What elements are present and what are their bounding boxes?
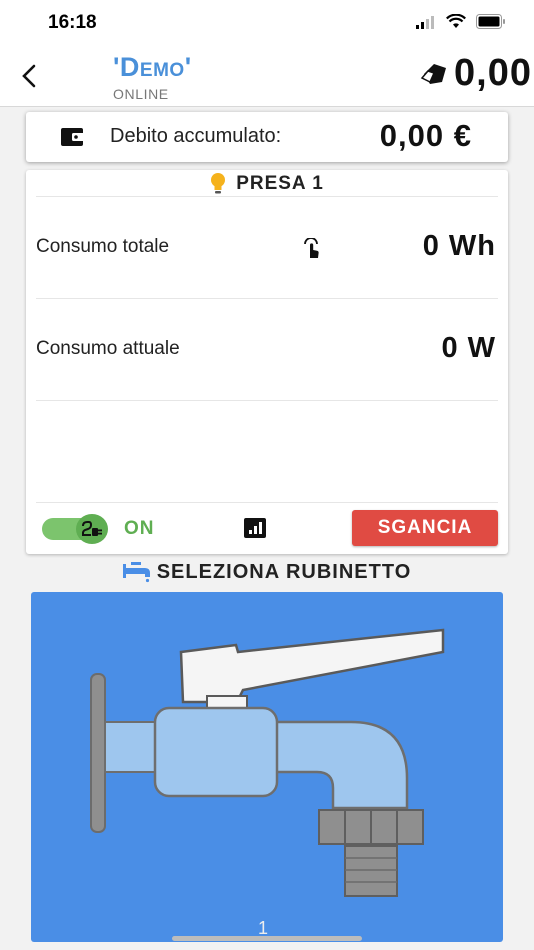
- current-consumption-value: 0 W: [441, 332, 496, 364]
- back-chevron-icon[interactable]: [16, 62, 44, 90]
- faucet-selector-panel[interactable]: [31, 592, 503, 942]
- debit-card: Debito accumulato: 0,00 €: [26, 112, 508, 162]
- presa-title-text: PRESA 1: [236, 173, 324, 194]
- power-toggle[interactable]: [42, 514, 112, 544]
- signal-icon: [416, 15, 434, 29]
- debit-value: 0,00 €: [379, 118, 472, 153]
- balance-value: 0,00: [454, 52, 532, 94]
- wallet-tag-icon: [420, 63, 447, 84]
- presa-card: PRESA 1 Consumo totale 0 Wh Consumo attu…: [26, 170, 508, 554]
- wallet-icon: [61, 128, 85, 146]
- chart-icon[interactable]: [244, 518, 266, 538]
- status-bar: 16:18: [0, 0, 534, 46]
- lightbulb-icon: [211, 173, 226, 194]
- faucet-section-title-text: SELEZIONA RUBINETTO: [156, 560, 412, 583]
- presa-title: PRESA 1: [26, 170, 508, 198]
- faucet-illustration-icon: [90, 628, 445, 897]
- total-consumption-value: 0 Wh: [422, 230, 496, 262]
- home-indicator[interactable]: [172, 936, 362, 941]
- divider: [36, 502, 498, 503]
- current-consumption-label: Consumo attuale: [36, 338, 180, 359]
- divider: [36, 196, 498, 197]
- device-status: ONLINE: [113, 86, 169, 102]
- divider: [36, 400, 498, 401]
- faucet-section-title: SELEZIONA RUBINETTO: [0, 558, 534, 586]
- toggle-state-label: ON: [124, 518, 155, 539]
- debit-label: Debito accumulato:: [110, 125, 282, 147]
- touch-icon[interactable]: [302, 238, 322, 260]
- battery-icon: [476, 14, 505, 29]
- total-consumption-label: Consumo totale: [36, 236, 170, 257]
- faucet-icon: [122, 562, 150, 583]
- status-time: 16:18: [48, 12, 97, 33]
- release-button[interactable]: SGANCIA: [352, 510, 498, 546]
- header: 'Demo' ONLINE 0,00: [0, 46, 534, 107]
- wifi-icon: [446, 14, 466, 28]
- toggle-knob: [76, 514, 108, 544]
- balance[interactable]: 0,00: [420, 52, 532, 95]
- status-icons: [416, 14, 506, 29]
- plug-icon: [82, 521, 102, 536]
- device-name: 'Demo': [113, 52, 192, 82]
- divider: [36, 298, 498, 299]
